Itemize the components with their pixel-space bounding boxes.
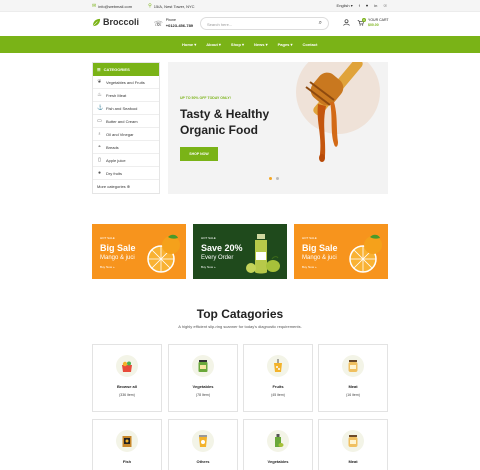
- top-bar: ✉ info@webmail.com ⚲ 15/A, Nest Tower, N…: [0, 0, 480, 12]
- vegetable-jar-icon: [198, 360, 208, 372]
- facebook-icon[interactable]: f: [359, 3, 360, 8]
- promo-small-label: HOT SALE: [302, 236, 317, 240]
- category-card-vegetables[interactable]: Vegetables (78 Item): [168, 344, 238, 412]
- linkedin-icon[interactable]: in: [374, 3, 377, 8]
- promo-small-label: HOT SALE: [100, 236, 115, 240]
- language-selector[interactable]: English ▾: [337, 3, 353, 8]
- carousel-dot-2[interactable]: [276, 177, 279, 180]
- promo-buy-link[interactable]: Buy Now »: [302, 265, 317, 269]
- juice-bottle-image: [246, 234, 280, 274]
- promo-title: Big Sale: [302, 243, 338, 253]
- promo-subtitle: Mango & juci: [302, 255, 337, 261]
- section-subtitle: A highly efficient slip-ring scanner for…: [178, 324, 302, 329]
- user-icon[interactable]: [343, 19, 350, 28]
- bread-icon: ◓: [97, 144, 102, 150]
- promo-title: Save 20%: [201, 243, 243, 253]
- promo-buy-link[interactable]: Buy Now »: [201, 265, 216, 269]
- vegetable-bottle-icon: [275, 434, 284, 447]
- sidebar-item-dry-fruits[interactable]: ● Dry fruits: [93, 167, 159, 180]
- carousel-dot-1[interactable]: [269, 177, 272, 180]
- hero-banner: UP TO 50% OFF TODAY ONLY! Tasty & Health…: [168, 62, 388, 194]
- promo-banner-mango-1[interactable]: HOT SALE Big Sale Mango & juci Buy Now »: [92, 224, 186, 279]
- promo-subtitle: Mango & juci: [100, 255, 135, 261]
- orange-fruit-image: [147, 234, 180, 273]
- cart-count-badge: 0: [362, 18, 366, 22]
- cart-summary[interactable]: YOUR CART $00.00: [368, 18, 389, 28]
- sidebar-item-juice[interactable]: ▯ Apple juice: [93, 154, 159, 167]
- orange-fruit-image: [349, 234, 382, 273]
- address-info: ⚲ 15/A, Nest Tower, NYC: [148, 3, 195, 9]
- sidebar-item-breads[interactable]: ◓ Breads: [93, 141, 159, 154]
- logo-text: Broccoli: [103, 17, 140, 27]
- sidebar-heading: CATEGORIES: [103, 67, 130, 72]
- fish-box-icon: [122, 436, 132, 447]
- nav-news[interactable]: News ▾: [254, 42, 268, 47]
- drink-cup-icon: [199, 435, 207, 447]
- category-sidebar: ☰ CATEGORIES ❦ Vegetables and Fruits ♨ F…: [92, 62, 160, 194]
- butter-icon: ▭: [97, 118, 102, 124]
- nav-shop[interactable]: Shop ▾: [231, 42, 244, 47]
- sidebar-item-oil[interactable]: ♁ Oil and Vinegar: [93, 128, 159, 141]
- broccoli-leaf-icon: [92, 18, 101, 26]
- logo[interactable]: Broccoli: [92, 17, 139, 27]
- pinterest-icon[interactable]: ☉: [383, 3, 387, 8]
- category-card-fruits[interactable]: Fruits (45 item): [243, 344, 313, 412]
- nav-about[interactable]: About ▾: [206, 42, 221, 47]
- carousel-dots: [269, 177, 279, 180]
- meat-icon: ♨: [97, 92, 102, 98]
- category-card-browse-all[interactable]: Browse all (336 item): [92, 344, 162, 412]
- twitter-icon[interactable]: ♥: [366, 3, 368, 8]
- juice-icon: ▯: [98, 157, 101, 163]
- category-card-others[interactable]: Others: [168, 419, 238, 470]
- grocery-basket-icon: [122, 361, 132, 372]
- sidebar-item-butter[interactable]: ▭ Butter and Cream: [93, 115, 159, 128]
- honey-dipper-image: [296, 62, 380, 162]
- promo-small-label: HOT SALE: [201, 236, 216, 240]
- search-icon[interactable]: ⌕: [319, 20, 322, 27]
- fruit-juice-icon: [274, 359, 282, 372]
- promo-buy-link[interactable]: Buy Now »: [100, 265, 115, 269]
- menu-icon: ☰: [97, 67, 101, 72]
- promo-subtitle: Every Order: [201, 255, 234, 261]
- sidebar-item-meat[interactable]: ♨ Fresh Meat: [93, 89, 159, 102]
- location-pin-icon: ⚲: [148, 3, 152, 9]
- carrot-icon: ❦: [97, 79, 102, 85]
- nav-contact[interactable]: Contact: [303, 42, 318, 47]
- phone-contact: ☏ Phone +0123-456-789: [154, 18, 193, 29]
- main-nav: Home ▾ About ▾ Shop ▾ News ▾ Pages ▾ Con…: [0, 36, 480, 53]
- category-card-meat[interactable]: Meat (16 item): [318, 344, 388, 412]
- category-card-fish[interactable]: Fish: [92, 419, 162, 470]
- sidebar-item-vegetables[interactable]: ❦ Vegetables and Fruits: [93, 76, 159, 89]
- nuts-icon: ●: [97, 170, 102, 176]
- nav-pages[interactable]: Pages ▾: [278, 42, 293, 47]
- category-card-vegetables-2[interactable]: Vegetables: [243, 419, 313, 470]
- mail-icon: ✉: [92, 3, 97, 9]
- email-text: info@webmail.com: [98, 3, 133, 9]
- category-card-meat-2[interactable]: Meat: [318, 419, 388, 470]
- email-info[interactable]: ✉ info@webmail.com: [92, 3, 132, 9]
- search-input[interactable]: Search here... ⌕: [200, 17, 329, 30]
- meat-jar-icon: [348, 435, 358, 447]
- cart-amount: $00.00: [368, 23, 379, 27]
- sidebar-item-fish[interactable]: ⚓ Fish and Seafood: [93, 102, 159, 115]
- section-title: Top Catagories: [196, 307, 284, 321]
- header: Broccoli ☏ Phone +0123-456-789 Search he…: [0, 12, 480, 36]
- sidebar-header[interactable]: ☰ CATEGORIES: [93, 63, 159, 76]
- more-categories-link[interactable]: More categories ⊕: [93, 180, 159, 193]
- oil-icon: ♁: [97, 131, 102, 137]
- address-text: 15/A, Nest Tower, NYC: [153, 3, 195, 9]
- meat-jar-icon: [348, 360, 358, 372]
- promo-banner-save[interactable]: HOT SALE Save 20% Every Order Buy Now »: [193, 224, 287, 279]
- promo-banner-mango-2[interactable]: HOT SALE Big Sale Mango & juci Buy Now »: [294, 224, 388, 279]
- nav-home[interactable]: Home ▾: [182, 42, 196, 47]
- shop-now-button[interactable]: SHOP NOW: [180, 147, 218, 161]
- phone-number: +0123-456-789: [165, 23, 194, 28]
- hero-tagline: UP TO 50% OFF TODAY ONLY!: [180, 96, 231, 100]
- fish-icon: ⚓: [97, 105, 104, 111]
- hero-title: Tasty & Healthy Organic Food: [180, 107, 270, 137]
- phone-icon: ☏: [154, 20, 163, 28]
- promo-title: Big Sale: [100, 243, 136, 253]
